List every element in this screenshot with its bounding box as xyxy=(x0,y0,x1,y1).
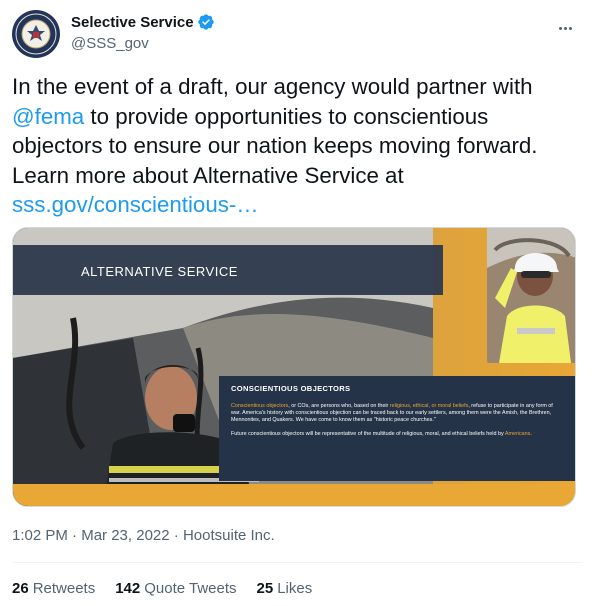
quote-tweets-label: Quote Tweets xyxy=(144,580,237,597)
quote-tweets-stat[interactable]: 142 Quote Tweets xyxy=(115,580,236,597)
retweets-count: 26 xyxy=(12,580,29,597)
tweet-text-part2: to provide opportunities to conscientiou… xyxy=(12,103,538,188)
likes-count: 25 xyxy=(256,580,274,597)
divider xyxy=(12,562,583,563)
account-names: Selective Service @SSS_gov xyxy=(71,13,215,52)
tweet-source: Hootsuite Inc. xyxy=(182,527,275,544)
banner-title: ALTERNATIVE SERVICE xyxy=(81,264,238,279)
box-title: CONSCIENTIOUS OBJECTORS xyxy=(231,384,351,393)
tweet-text-part1: In the event of a draft, our agency woul… xyxy=(12,74,533,99)
conscientious-objectors-box: CONSCIENTIOUS OBJECTORS Conscientious ob… xyxy=(219,376,575,481)
account-handle[interactable]: @SSS_gov xyxy=(71,35,215,52)
engagement-stats: 26 Retweets 142 Quote Tweets 25 Likes xyxy=(12,580,332,597)
tweet-time[interactable]: 1:02 PM xyxy=(12,527,68,544)
mention-link[interactable]: @fema xyxy=(12,104,84,129)
box-paragraph-1: Conscientious objectors, or COs, are per… xyxy=(231,403,553,423)
tweet-header: Selective Service @SSS_gov xyxy=(12,10,583,58)
retweets-stat[interactable]: 26 Retweets xyxy=(12,580,95,597)
url-link[interactable]: sss.gov/conscientious-… xyxy=(12,192,259,217)
tweet-date[interactable]: Mar 23, 2022 xyxy=(81,527,169,544)
tweet-metadata: 1:02 PM · Mar 23, 2022 · Hootsuite Inc. xyxy=(12,527,275,544)
display-name[interactable]: Selective Service xyxy=(71,14,194,31)
seal-icon xyxy=(13,11,59,57)
bottom-strip xyxy=(13,484,575,506)
quote-tweets-count: 142 xyxy=(115,580,141,597)
more-options-icon[interactable] xyxy=(553,18,577,38)
box-paragraph-2: Future conscientious objectors will be r… xyxy=(231,431,532,437)
likes-label: Likes xyxy=(277,580,313,597)
retweets-label: Retweets xyxy=(32,580,96,597)
avatar[interactable] xyxy=(12,10,60,58)
likes-stat[interactable]: 25 Likes xyxy=(257,580,313,597)
tweet-media-image[interactable]: ALTERNATIVE SERVICE CONSCIENTIOUS OBJECT… xyxy=(12,227,576,507)
verified-badge-icon xyxy=(197,14,214,30)
tweet-card: Selective Service @SSS_gov In the event … xyxy=(0,0,595,606)
construction-worker-photo xyxy=(487,228,575,363)
tweet-text: In the event of a draft, our agency woul… xyxy=(12,72,577,220)
